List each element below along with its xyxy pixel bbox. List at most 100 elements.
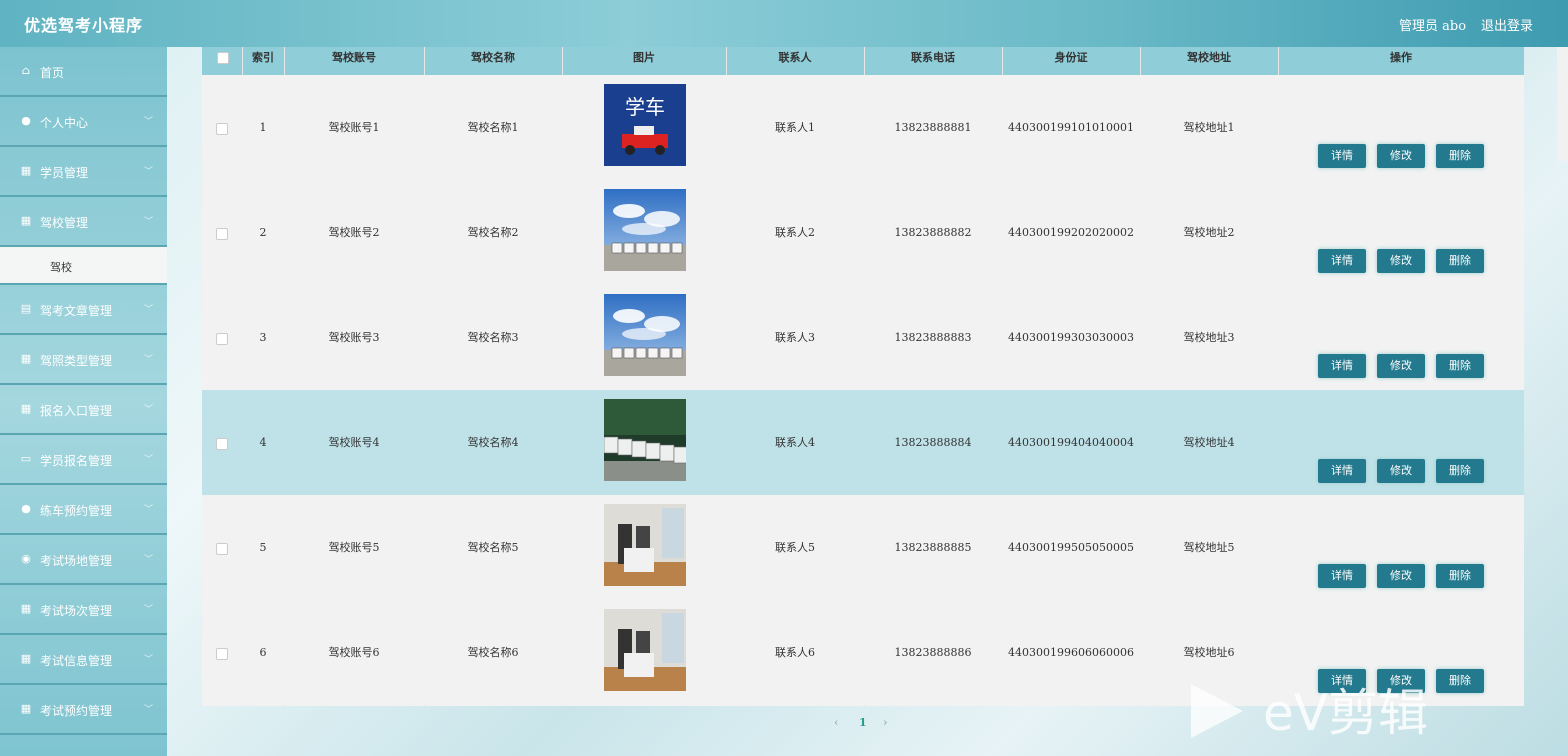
cars-photo-image — [604, 294, 686, 376]
school-image[interactable] — [604, 504, 686, 586]
school-image[interactable] — [604, 294, 686, 376]
user-icon: ● — [21, 502, 31, 515]
school-account: 驾校账号6 — [328, 646, 380, 659]
table-row[interactable]: 3 驾校账号3 驾校名称3 联系人3 13823888883 44030019930303… — [202, 285, 1524, 390]
edit-button[interactable]: 修改 — [1377, 144, 1425, 168]
row-checkbox[interactable] — [216, 648, 228, 660]
sidebar-item[interactable]: ⌂ 首页 — [0, 47, 167, 97]
cars-photo-image — [604, 189, 686, 271]
chevron-down-icon: ﹀ — [143, 505, 153, 515]
grid-icon: ▦ — [20, 602, 32, 615]
detail-button[interactable]: 详情 — [1318, 564, 1366, 588]
table-row[interactable]: 5 驾校账号5 驾校名称5 联系人5 13823888885 44030019950505… — [202, 495, 1524, 600]
row-index: 6 — [259, 646, 267, 659]
sidebar-item[interactable]: ● 练车预约管理 ﹀ — [0, 485, 167, 535]
sidebar-item-label: 驾校管理 — [40, 216, 89, 230]
sidebar-subitem-label: 驾校 — [50, 261, 72, 274]
school-address: 驾校地址3 — [1183, 331, 1235, 344]
row-index: 1 — [259, 121, 267, 134]
sidebar-item[interactable]: ▭ 学员报名管理 ﹀ — [0, 435, 167, 485]
sidebar-item[interactable]: ▤ 驾考文章管理 ﹀ — [0, 285, 167, 335]
table-row[interactable]: 4 驾校账号4 驾校名称4 联系人4 13823888884 44030019940404… — [202, 390, 1524, 495]
grid-icon: ▦ — [20, 652, 32, 665]
chevron-down-icon: ﹀ — [143, 455, 153, 465]
prev-page-button[interactable]: ‹ — [834, 716, 838, 729]
school-address: 驾校地址4 — [1183, 436, 1235, 449]
select-all-checkbox[interactable] — [217, 52, 229, 64]
id-card: 440300199505050005 — [1008, 541, 1134, 554]
sidebar-item[interactable]: ▦ 驾照类型管理 ﹀ — [0, 335, 167, 385]
school-image[interactable] — [604, 399, 686, 481]
chevron-down-icon: ﹀ — [143, 355, 153, 365]
sidebar-item[interactable]: ▦ 考试预约管理 ﹀ — [0, 685, 167, 735]
school-address: 驾校地址5 — [1183, 541, 1235, 554]
school-image[interactable] — [604, 189, 686, 271]
delete-button[interactable]: 删除 — [1436, 249, 1484, 273]
location-icon: ◉ — [21, 552, 31, 565]
contact-phone: 13823888884 — [894, 436, 972, 449]
column-header: 身份证 — [1054, 51, 1088, 64]
sidebar-item[interactable]: ● 个人中心 ﹀ — [0, 97, 167, 147]
edit-button[interactable]: 修改 — [1377, 564, 1425, 588]
chevron-down-icon: ﹀ — [143, 405, 153, 415]
delete-button[interactable]: 删除 — [1436, 459, 1484, 483]
detail-button[interactable]: 详情 — [1318, 354, 1366, 378]
sidebar-item[interactable]: ▦ 考试场次管理 ﹀ — [0, 585, 167, 635]
chevron-down-icon: ﹀ — [143, 217, 153, 227]
grid-icon: ▦ — [20, 214, 32, 227]
column-header: 联系人 — [778, 51, 812, 64]
table-row[interactable]: 1 驾校账号1 驾校名称1 学车 联系人1 13823888881 440300199101… — [202, 75, 1524, 180]
sidebar-item-label: 个人中心 — [40, 116, 89, 130]
row-checkbox[interactable] — [216, 123, 228, 135]
school-image[interactable] — [604, 609, 686, 691]
school-image[interactable]: 学车 — [604, 84, 686, 166]
top-bar: 优选驾考小程序 管理员 abo 退出登录 — [0, 0, 1568, 47]
grid-icon: ▦ — [20, 352, 32, 365]
chevron-down-icon: ﹀ — [143, 705, 153, 715]
scrollbar[interactable] — [1557, 47, 1568, 161]
admin-label: 管理员 abo — [1399, 19, 1467, 34]
logo-text: 学车 — [625, 95, 665, 119]
watermark: eV剪辑 — [1185, 678, 1485, 743]
detail-button[interactable]: 详情 — [1318, 144, 1366, 168]
school-logo-image: 学车 — [604, 84, 686, 166]
logout-link[interactable]: 退出登录 — [1481, 15, 1533, 34]
watermark-text: eV剪辑 — [1263, 684, 1428, 742]
briefcase-icon: ▭ — [20, 452, 32, 465]
current-page[interactable]: 1 — [859, 716, 867, 729]
sidebar-item[interactable]: ▦ 考试信息管理 ﹀ — [0, 635, 167, 685]
simulator-photo-image — [604, 609, 686, 691]
detail-button[interactable]: 详情 — [1318, 459, 1366, 483]
school-account: 驾校账号4 — [328, 436, 380, 449]
school-name: 驾校名称6 — [467, 646, 519, 659]
column-header: 联系电话 — [911, 51, 955, 64]
delete-button[interactable]: 删除 — [1436, 354, 1484, 378]
contact-person: 联系人4 — [775, 436, 815, 449]
row-checkbox[interactable] — [216, 543, 228, 555]
id-card: 440300199606060006 — [1008, 646, 1134, 659]
sidebar-item[interactable]: ▦ 驾校管理 ﹀ — [0, 197, 167, 247]
sidebar-item-label: 考试预约管理 — [40, 704, 113, 718]
edit-button[interactable]: 修改 — [1377, 354, 1425, 378]
edit-button[interactable]: 修改 — [1377, 249, 1425, 273]
sidebar-subitem-school[interactable]: 驾校 — [0, 247, 167, 285]
school-name: 驾校名称5 — [467, 541, 519, 554]
contact-person: 联系人2 — [775, 226, 815, 239]
delete-button[interactable]: 删除 — [1436, 564, 1484, 588]
row-checkbox[interactable] — [216, 438, 228, 450]
row-checkbox[interactable] — [216, 228, 228, 240]
sidebar-item[interactable]: ▦ 报名入口管理 ﹀ — [0, 385, 167, 435]
detail-button[interactable]: 详情 — [1318, 249, 1366, 273]
delete-button[interactable]: 删除 — [1436, 144, 1484, 168]
sidebar-item[interactable]: ◉ 考试场地管理 ﹀ — [0, 535, 167, 585]
next-page-button[interactable]: › — [883, 716, 887, 729]
edit-button[interactable]: 修改 — [1377, 459, 1425, 483]
chevron-down-icon: ﹀ — [143, 655, 153, 665]
column-header: 操作 — [1390, 51, 1412, 64]
contact-phone: 13823888885 — [894, 541, 972, 554]
table-row[interactable]: 2 驾校账号2 驾校名称2 联系人2 13823888882 44030019920202… — [202, 180, 1524, 285]
sidebar-item-label: 驾考文章管理 — [40, 304, 113, 318]
row-checkbox[interactable] — [216, 333, 228, 345]
sidebar-item[interactable]: ▦ 学员管理 ﹀ — [0, 147, 167, 197]
user-icon: ● — [21, 114, 31, 127]
